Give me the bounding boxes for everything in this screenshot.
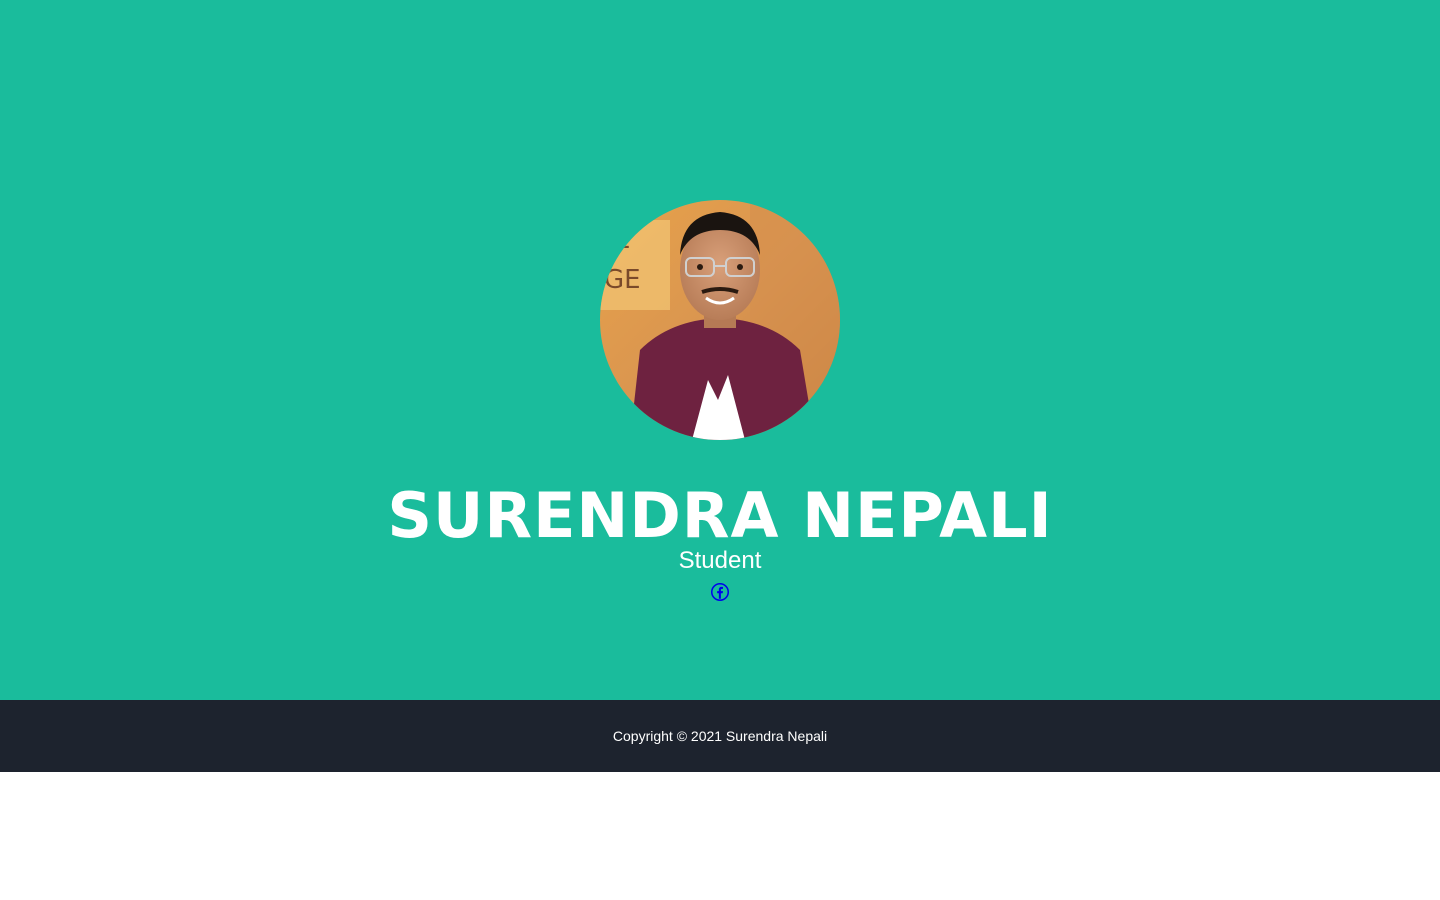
profile-avatar: E GE — [600, 200, 840, 440]
copyright-text: Copyright © 2021 Surendra Nepali — [612, 728, 828, 744]
hero-section: E GE SURENDRA NEPALI Student — [0, 0, 1440, 700]
page-footer: Copyright © 2021 Surendra Nepali — [0, 700, 1440, 772]
avatar-photo: E GE — [600, 200, 840, 440]
svg-text:GE: GE — [604, 265, 641, 295]
facebook-icon — [711, 583, 729, 601]
profile-role: Student — [678, 547, 762, 574]
facebook-link[interactable] — [711, 583, 729, 601]
svg-text:E: E — [614, 225, 630, 255]
